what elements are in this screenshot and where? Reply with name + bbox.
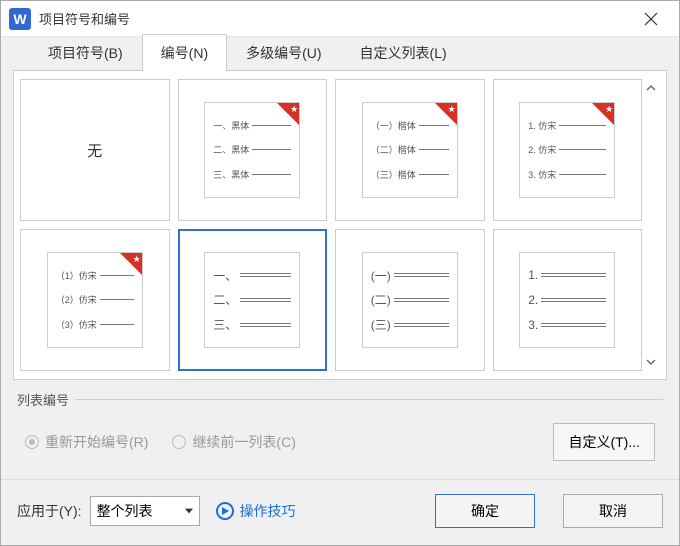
restart-numbering-radio[interactable]: 重新开始编号(R)	[25, 432, 148, 452]
window-title: 项目符号和编号	[39, 9, 631, 28]
star-icon: ★	[133, 254, 141, 265]
numbering-option-3[interactable]: ★1. 仿宋2. 仿宋3. 仿宋	[493, 79, 643, 221]
star-icon: ★	[290, 104, 298, 115]
scrollbar[interactable]	[642, 79, 660, 371]
list-item: 二、	[213, 291, 291, 308]
radio-label: 重新开始编号(R)	[45, 432, 148, 452]
thumb-preview: (一) (二) (三)	[362, 252, 458, 348]
thumb-preview: 1. 2. 3.	[519, 252, 615, 348]
apply-to-label: 应用于(Y):	[17, 501, 82, 521]
list-item: 三、	[213, 316, 291, 333]
tab-bar: 项目符号(B)编号(N)多级编号(U)自定义列表(L)	[1, 37, 679, 71]
radio-icon	[25, 435, 39, 449]
list-item: 2.	[528, 293, 606, 307]
continue-list-radio[interactable]: 继续前一列表(C)	[172, 432, 295, 452]
play-icon	[216, 502, 234, 520]
scroll-up-icon[interactable]	[644, 81, 658, 95]
customize-button[interactable]: 自定义(T)...	[553, 423, 655, 461]
numbering-option-6[interactable]: (一) (二) (三)	[335, 229, 485, 371]
list-item: (二)	[371, 291, 449, 308]
close-icon	[644, 12, 658, 26]
tab-1[interactable]: 编号(N)	[142, 34, 227, 71]
list-item: (一)	[371, 267, 449, 284]
cancel-button[interactable]: 取消	[563, 494, 663, 528]
radio-label: 继续前一列表(C)	[192, 432, 295, 452]
list-item: 一、	[213, 267, 291, 284]
numbering-option-7[interactable]: 1. 2. 3.	[493, 229, 643, 371]
numbering-option-4[interactable]: ★（1）仿宋（2）仿宋（3）仿宋	[20, 229, 170, 371]
titlebar: W 项目符号和编号	[1, 1, 679, 37]
tab-3[interactable]: 自定义列表(L)	[341, 34, 466, 71]
legend-label: 列表编号	[17, 390, 69, 409]
tips-label: 操作技巧	[240, 501, 296, 521]
fieldset-legend: 列表编号	[17, 390, 663, 409]
thumb-preview: 一、二、三、	[204, 252, 300, 348]
list-item: 三、黑体	[213, 168, 291, 181]
scroll-down-icon[interactable]	[644, 355, 658, 369]
none-label: 无	[21, 140, 169, 161]
list-item: (三)	[371, 316, 449, 333]
list-item: （2）仿宋	[56, 293, 134, 306]
thumb-preview: ★一、黑体二、黑体三、黑体	[204, 102, 300, 198]
list-item: 2. 仿宋	[528, 143, 606, 156]
tab-2[interactable]: 多级编号(U)	[227, 34, 340, 71]
app-icon: W	[9, 8, 31, 30]
bottom-bar: 应用于(Y): 整个列表 操作技巧 确定 取消	[1, 479, 679, 542]
numbering-gallery: 无★一、黑体二、黑体三、黑体★（一）楷体（二）楷体（三）楷体★1. 仿宋2. 仿…	[20, 79, 642, 371]
radio-row: 重新开始编号(R) 继续前一列表(C) 自定义(T)...	[17, 419, 663, 473]
list-numbering-fieldset: 列表编号 重新开始编号(R) 继续前一列表(C) 自定义(T)...	[13, 390, 667, 473]
chevron-down-icon	[185, 507, 193, 515]
radio-icon	[172, 435, 186, 449]
ok-button[interactable]: 确定	[435, 494, 535, 528]
tab-0[interactable]: 项目符号(B)	[29, 34, 142, 71]
list-item: 3.	[528, 318, 606, 332]
numbering-option-0[interactable]: 无	[20, 79, 170, 221]
list-item: （三）楷体	[371, 168, 449, 181]
close-button[interactable]	[631, 1, 671, 37]
legend-divider	[75, 399, 663, 400]
thumb-preview: ★（一）楷体（二）楷体（三）楷体	[362, 102, 458, 198]
select-value: 整个列表	[97, 501, 153, 521]
thumb-preview: ★（1）仿宋（2）仿宋（3）仿宋	[47, 252, 143, 348]
numbering-option-2[interactable]: ★（一）楷体（二）楷体（三）楷体	[335, 79, 485, 221]
tips-link[interactable]: 操作技巧	[216, 501, 296, 521]
numbering-option-5[interactable]: 一、二、三、	[178, 229, 328, 371]
list-item: 1.	[528, 268, 606, 282]
star-icon: ★	[605, 104, 613, 115]
main-panel: 无★一、黑体二、黑体三、黑体★（一）楷体（二）楷体（三）楷体★1. 仿宋2. 仿…	[1, 70, 679, 473]
list-item: （3）仿宋	[56, 318, 134, 331]
apply-to-select[interactable]: 整个列表	[90, 496, 200, 526]
list-item: 3. 仿宋	[528, 168, 606, 181]
thumb-preview: ★1. 仿宋2. 仿宋3. 仿宋	[519, 102, 615, 198]
list-item: 二、黑体	[213, 143, 291, 156]
star-icon: ★	[448, 104, 456, 115]
numbering-option-1[interactable]: ★一、黑体二、黑体三、黑体	[178, 79, 328, 221]
gallery-container: 无★一、黑体二、黑体三、黑体★（一）楷体（二）楷体（三）楷体★1. 仿宋2. 仿…	[13, 70, 667, 380]
list-item: （二）楷体	[371, 143, 449, 156]
